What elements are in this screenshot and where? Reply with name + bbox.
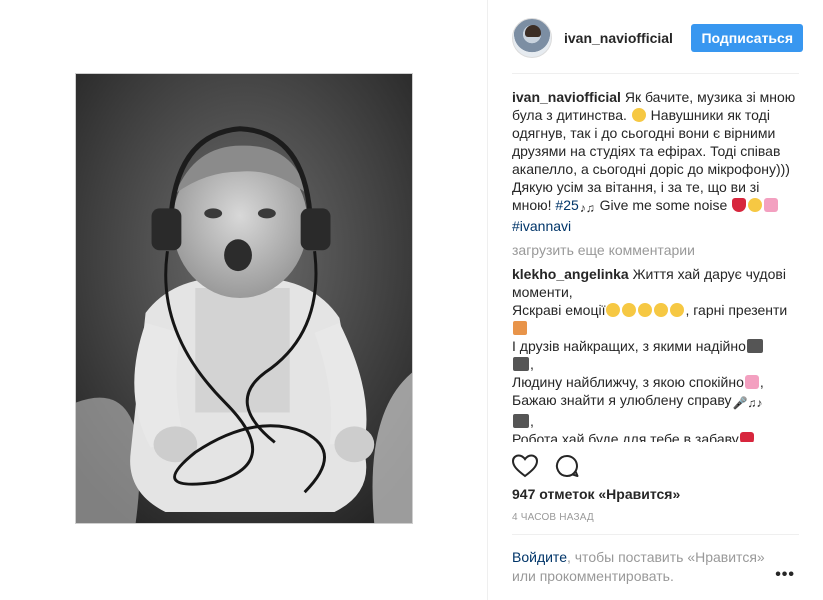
comment-line-2b: , гарні презенти <box>685 302 788 318</box>
comment-item: klekho_angelinka Життя хай дарує чудові … <box>512 265 799 442</box>
smile-emoji-icon <box>606 303 621 317</box>
more-options-icon[interactable]: ••• <box>775 566 795 584</box>
post-actions <box>512 452 580 480</box>
lightning-emoji-icon <box>748 198 763 212</box>
kiss-emoji-icon <box>654 303 669 317</box>
comment-username[interactable]: klekho_angelinka <box>512 266 629 282</box>
child-with-headphones-photo <box>76 74 412 523</box>
follow-button[interactable]: Подписаться <box>691 23 803 52</box>
laughing-emoji-icon <box>631 108 646 122</box>
music-notes-icon: ♪♫ <box>579 201 595 215</box>
likes-count[interactable]: 947 отметок «Нравится» <box>512 486 680 502</box>
caption-text-3: Give me some noise <box>595 197 732 213</box>
caption-username[interactable]: ivan_naviofficial <box>512 89 621 105</box>
raised-hands-emoji-icon <box>670 303 685 317</box>
couple-heart-emoji-icon <box>744 375 759 389</box>
login-link[interactable]: Войдите <box>512 549 567 565</box>
comment-icon[interactable] <box>554 454 580 478</box>
post-header: ivan_naviofficial Подписаться <box>512 16 803 74</box>
hashtag-25[interactable]: #25 <box>555 197 578 213</box>
comment-line-4: Людину найближчу, з якою спокійно <box>512 374 744 390</box>
divider <box>512 534 799 535</box>
dancer-emoji-icon <box>739 432 754 442</box>
login-prompt: Войдите, чтобы поставить «Нравится» или … <box>512 548 782 586</box>
heart-emoji-icon <box>732 198 747 212</box>
avatar[interactable] <box>512 17 552 58</box>
post-photo[interactable] <box>75 73 413 524</box>
comment-line-5: Бажаю знайти я улюблену справу <box>512 392 732 408</box>
post-details-panel: ivan_naviofficial Подписаться ivan_navio… <box>487 0 823 600</box>
couple-emoji-icon <box>746 339 763 353</box>
gift-emoji-icon <box>513 321 527 335</box>
post-timestamp[interactable]: 4 часов назад <box>512 512 594 523</box>
comment-line-6: Робота хай буде для тебе в забаву <box>512 431 739 442</box>
piano-emoji-icon <box>513 414 529 428</box>
comments-list: ivan_naviofficial Як бачите, музика зі м… <box>512 88 799 442</box>
photo-pane <box>0 0 487 600</box>
load-more-comments-link[interactable]: загрузить еще комментарии <box>512 241 799 259</box>
microphone-music-emoji-icon: 🎤♫♪ <box>732 396 763 410</box>
comment-line-2: Яскраві емоції <box>512 302 606 318</box>
comment-line-3: І друзів найкращих, з якими надійно <box>512 338 746 354</box>
blush-emoji-icon <box>622 303 637 317</box>
hashtag-ivannavi[interactable]: #ivannavi <box>512 218 571 234</box>
post-author-username[interactable]: ivan_naviofficial <box>564 30 673 46</box>
party-popper-emoji-icon <box>764 198 779 212</box>
couple-emoji-icon-2 <box>513 357 529 371</box>
heart-icon[interactable] <box>512 454 538 478</box>
wink-emoji-icon <box>638 303 653 317</box>
post-caption: ivan_naviofficial Як бачите, музика зі м… <box>512 88 799 235</box>
